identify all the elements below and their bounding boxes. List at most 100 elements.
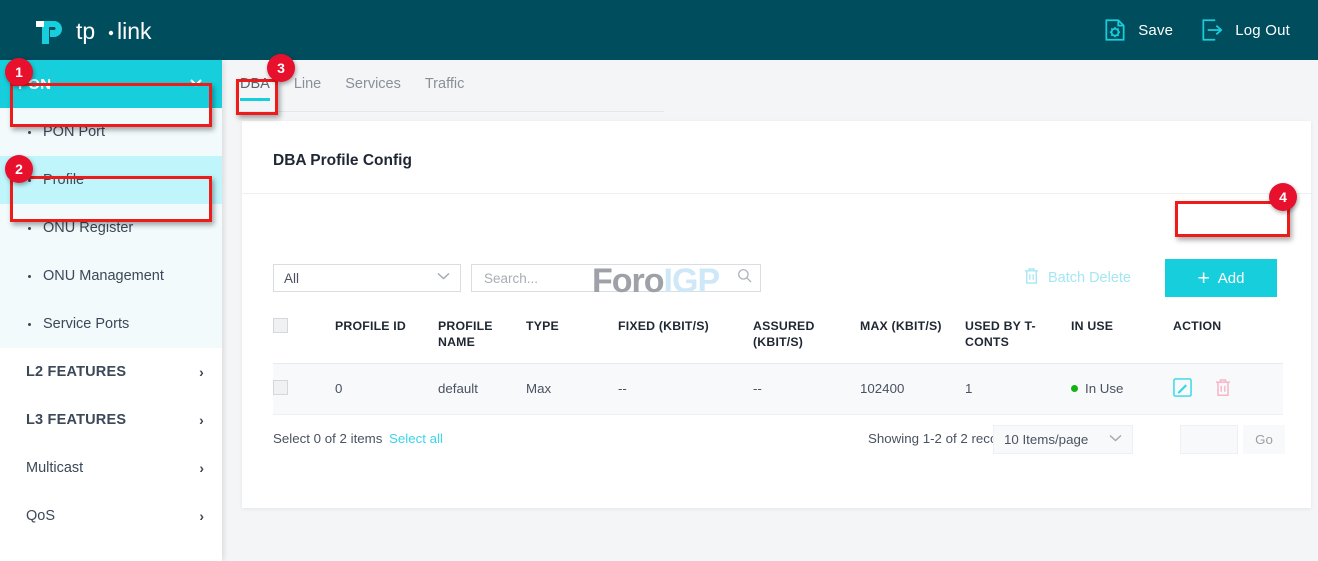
logout-button[interactable]: Log Out (1199, 17, 1290, 43)
sidebar-item-label: Service Ports (43, 316, 129, 332)
bullet-icon (28, 227, 31, 230)
svg-text:tp: tp (76, 18, 95, 44)
sidebar-item-label: ONU Register (43, 220, 133, 236)
card-divider (242, 193, 1311, 194)
chevron-down-icon (1109, 434, 1122, 446)
sidebar-group-l3-features[interactable]: L3 FEATURES › (0, 396, 222, 444)
col-action: ACTION (1173, 310, 1283, 363)
col-assured: ASSURED (KBIT/S) (753, 310, 860, 363)
tab-line[interactable]: Line (294, 76, 321, 101)
table-footer: Select 0 of 2 items Select all Showing 1… (273, 426, 1283, 456)
save-icon (1102, 17, 1128, 43)
chevron-right-icon: › (199, 364, 204, 380)
sidebar-item-label: ONU Management (43, 268, 164, 284)
svg-text:link: link (117, 18, 152, 44)
sidebar-submenu: PON Port Profile ONU Register ONU Manage… (0, 108, 222, 348)
tab-label: Services (345, 76, 401, 92)
bullet-icon (28, 275, 31, 278)
tab-dba[interactable]: DBA (240, 76, 270, 101)
col-used-by-tconts: USED BY T-CONTS (965, 310, 1071, 363)
select-all-header (273, 310, 335, 363)
bullet-icon (28, 131, 31, 134)
table-header-row: PROFILE ID PROFILE NAME TYPE FIXED (KBIT… (273, 310, 1283, 363)
sidebar-item-profile[interactable]: Profile (0, 156, 222, 204)
sidebar-group-label: L3 FEATURES (26, 412, 126, 428)
col-max: MAX (KBIT/S) (860, 310, 965, 363)
tab-bar: DBA Line Services Traffic (222, 60, 1318, 112)
cell-fixed: -- (618, 363, 753, 414)
sidebar-group-l2-features[interactable]: L2 FEATURES › (0, 348, 222, 396)
page-size-select[interactable]: 10 Items/page (993, 425, 1133, 454)
dba-profile-card: DBA Profile Config All (242, 121, 1311, 508)
select-all-checkbox[interactable] (273, 318, 288, 333)
sidebar-group-label: QoS (26, 508, 55, 524)
bullet-icon (28, 179, 31, 182)
cell-profile-id: 0 (335, 363, 438, 414)
page-jump-input[interactable] (1181, 426, 1237, 453)
top-header-bar: tp link Save (0, 0, 1318, 60)
sidebar-group-pon[interactable]: PON (0, 60, 222, 108)
chevron-down-icon (437, 272, 450, 284)
sidebar-item-label: PON Port (43, 124, 105, 140)
add-button[interactable]: + Add (1165, 259, 1277, 297)
save-label: Save (1138, 22, 1173, 39)
sidebar-item-pon-port[interactable]: PON Port (0, 108, 222, 156)
selection-count: Select 0 of 2 items (273, 431, 382, 446)
sidebar-group-label: Multicast (26, 460, 83, 476)
cell-assured: -- (753, 363, 860, 414)
sidebar-group-multicast[interactable]: Multicast › (0, 444, 222, 492)
header-actions: Save Log Out (1102, 17, 1290, 43)
sidebar-group-qos[interactable]: QoS › (0, 492, 222, 540)
chevron-right-icon: › (199, 412, 204, 428)
sidebar-group-pon-label: PON (18, 76, 51, 93)
go-button[interactable]: Go (1243, 425, 1285, 454)
table-row[interactable]: 0 default Max -- -- 102400 1 In Use (273, 363, 1283, 414)
status-badge: In Use (1085, 381, 1123, 396)
tab-traffic[interactable]: Traffic (425, 76, 464, 101)
logout-label: Log Out (1235, 22, 1290, 39)
cell-action (1173, 363, 1283, 414)
col-in-use: IN USE (1071, 310, 1173, 363)
chevron-right-icon: › (199, 508, 204, 524)
search-icon (737, 268, 752, 288)
select-all-link[interactable]: Select all (389, 431, 443, 446)
batch-delete-button[interactable]: Batch Delete (1023, 264, 1131, 292)
tab-label: DBA (240, 76, 270, 92)
bullet-icon (28, 323, 31, 326)
cell-profile-name: default (438, 363, 526, 414)
cell-max: 102400 (860, 363, 965, 414)
search-input[interactable] (482, 270, 737, 287)
edit-icon[interactable] (1173, 378, 1192, 400)
sidebar-item-service-ports[interactable]: Service Ports (0, 300, 222, 348)
page-title: DBA Profile Config (273, 152, 412, 170)
trash-icon (1023, 267, 1040, 290)
main-content: DBA Line Services Traffic DBA Profile Co… (222, 60, 1318, 561)
tab-list: DBA Line Services Traffic (240, 76, 464, 101)
col-type: TYPE (526, 310, 618, 363)
tab-services[interactable]: Services (345, 76, 401, 101)
filter-select[interactable]: All (273, 264, 461, 292)
col-profile-id: PROFILE ID (335, 310, 438, 363)
tab-label: Traffic (425, 76, 464, 92)
row-select-cell (273, 363, 335, 414)
sidebar-item-label: Profile (43, 172, 84, 188)
page-jump-field[interactable] (1180, 425, 1238, 454)
cell-used-by-tconts: 1 (965, 363, 1071, 414)
tab-label: Line (294, 76, 321, 92)
cell-in-use: In Use (1071, 363, 1173, 414)
delete-icon[interactable] (1214, 378, 1232, 400)
cell-type: Max (526, 363, 618, 414)
search-box[interactable] (471, 264, 761, 292)
sidebar-item-onu-management[interactable]: ONU Management (0, 252, 222, 300)
save-button[interactable]: Save (1102, 17, 1173, 43)
row-checkbox[interactable] (273, 380, 288, 395)
sidebar-group-label: L2 FEATURES (26, 364, 126, 380)
page-size-value: 10 Items/page (1004, 432, 1088, 447)
col-fixed: FIXED (KBIT/S) (618, 310, 753, 363)
filter-select-value: All (284, 271, 299, 286)
chevron-down-icon (188, 74, 204, 95)
add-label: Add (1218, 270, 1245, 287)
sidebar-item-onu-register[interactable]: ONU Register (0, 204, 222, 252)
sidebar: PON PON Port Profile ONU Register ONU Ma… (0, 60, 222, 561)
plus-icon: + (1198, 268, 1210, 289)
